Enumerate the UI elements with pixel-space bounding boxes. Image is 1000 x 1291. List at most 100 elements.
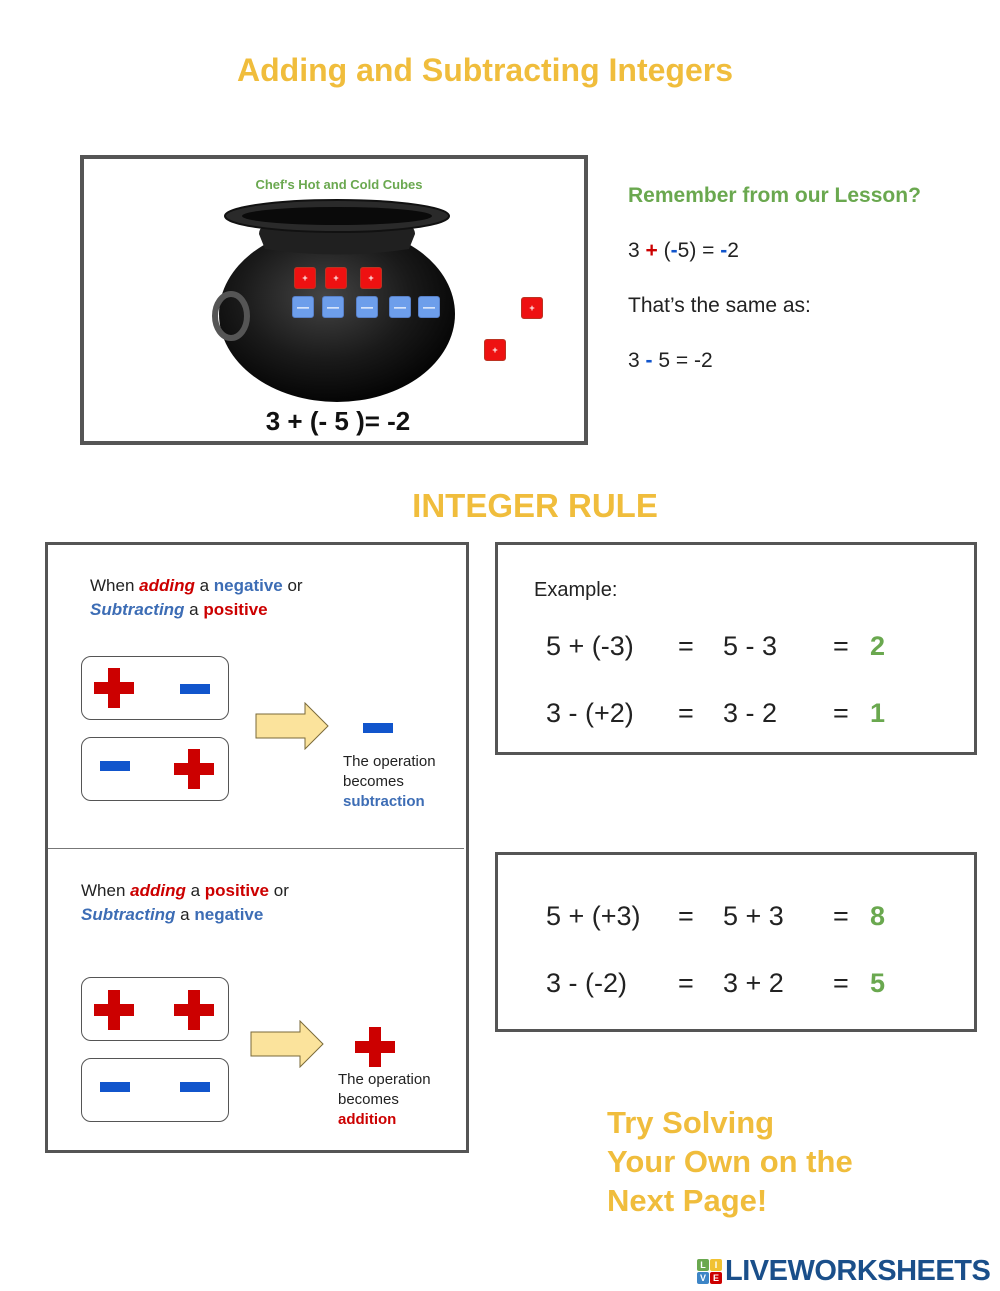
logo-block: I — [710, 1259, 722, 1271]
hot-cube-icon: + — [484, 339, 506, 361]
expression: 3 - (+2) — [546, 698, 634, 728]
keyword-positive: positive — [204, 881, 270, 900]
expression: 5 + (+3) — [546, 901, 641, 931]
logo-block: V — [697, 1272, 709, 1284]
eq1-result: 2 — [727, 239, 739, 262]
rule-add-line-1: When adding a positive or — [81, 879, 289, 903]
eq1-open-paren: ( — [663, 239, 671, 262]
equals-sign: = — [678, 698, 694, 728]
divider — [48, 848, 464, 849]
minus-icon — [180, 1082, 210, 1092]
simplified-expression: 3 - 2 — [723, 698, 778, 728]
cold-cube-icon: — — [292, 296, 314, 318]
result-line: The operation — [338, 1071, 431, 1088]
sign-pair-minus-plus — [81, 737, 229, 801]
cold-cube-icon: — — [389, 296, 411, 318]
equals-sign: = — [833, 698, 849, 728]
text: or — [282, 576, 303, 595]
equals-sign: = — [678, 901, 694, 931]
equals-sign: = — [678, 631, 694, 661]
integer-rule-panel: When adding a negative or Subtracting a … — [45, 542, 469, 1153]
rule-sub-line-2: Subtracting a positive — [90, 598, 303, 622]
right-arrow-icon — [255, 702, 329, 750]
sign-pair-plus-plus — [81, 977, 229, 1041]
addition-result-text: The operation becomes addition — [338, 1070, 431, 1130]
text: a — [175, 905, 195, 924]
try-line: Next Page! — [607, 1183, 768, 1218]
rule-sub-line-1: When adding a negative or — [90, 574, 303, 598]
answer: 8 — [870, 901, 886, 931]
cauldron-caption: Chef's Hot and Cold Cubes — [255, 177, 423, 192]
cold-cube-icon: — — [356, 296, 378, 318]
eq2-minus-sign: - — [645, 349, 653, 372]
eq1-operand-a: 3 — [628, 239, 640, 262]
cauldron-equation: 3 + (- 5 )= -2 — [265, 406, 411, 436]
result-line: The operation — [343, 753, 436, 770]
answer: 1 — [870, 698, 886, 728]
keyword-negative: negative — [194, 905, 264, 924]
same-as-text: That’s the same as: — [628, 294, 811, 317]
text: a — [185, 881, 205, 900]
rule-addition-description: When adding a positive or Subtracting a … — [81, 879, 289, 927]
minus-icon — [100, 761, 130, 771]
plus-icon — [174, 990, 214, 1030]
logo-block: E — [710, 1272, 722, 1284]
reminder-equation-1: 3 + (-5) = -2 — [628, 239, 739, 263]
result-line: becomes — [343, 773, 404, 790]
result-word-addition: addition — [338, 1111, 397, 1128]
eq1-negative-sign: - — [670, 239, 678, 262]
expression: 5 + (-3) — [546, 631, 634, 661]
page-title: Adding and Subtracting Integers — [236, 52, 733, 88]
keyword-adding: adding — [130, 881, 186, 900]
simplified-expression: 3 + 2 — [723, 968, 784, 998]
minus-icon — [180, 684, 210, 694]
eq1-operand-b: 5) = — [677, 239, 721, 262]
keyword-adding: adding — [139, 576, 195, 595]
minus-icon — [100, 1082, 130, 1092]
logo-block: L — [697, 1259, 709, 1271]
eq1-plus-sign: + — [645, 239, 658, 262]
text: a — [194, 576, 214, 595]
plus-icon — [94, 668, 134, 708]
answer: 5 — [870, 968, 886, 998]
try-line: Your Own on the — [607, 1144, 853, 1179]
reminder-equation-2: 3 - 5 = -2 — [628, 349, 713, 373]
result-minus-icon — [363, 723, 393, 733]
equals-sign: = — [833, 968, 849, 998]
sign-pair-plus-minus — [81, 656, 229, 720]
answer: 2 — [870, 631, 886, 661]
example-label: Example: — [534, 579, 618, 601]
simplified-expression: 5 + 3 — [723, 901, 784, 931]
expression: 3 - (-2) — [546, 968, 627, 998]
try-line: Try Solving — [607, 1105, 775, 1140]
reminder-heading: Remember from our Lesson? — [628, 184, 921, 207]
cold-cube-icon: — — [322, 296, 344, 318]
hot-cube-icon: + — [521, 297, 543, 319]
equals-sign: = — [678, 968, 694, 998]
text: When — [90, 576, 140, 595]
example-panel-addition: 5 + (+3) = 5 + 3 = 8 3 - (-2) = 3 + 2 = 5 — [495, 852, 977, 1032]
result-word-subtraction: subtraction — [343, 793, 425, 810]
text: or — [269, 881, 289, 900]
try-solving-prompt: Try Solving Your Own on the Next Page! — [607, 1103, 853, 1220]
hot-cube-icon: + — [325, 267, 347, 289]
result-line: becomes — [338, 1091, 399, 1108]
keyword-subtracting: Subtracting — [81, 905, 176, 924]
integer-rule-heading: INTEGER RULE — [412, 487, 658, 524]
plus-icon — [174, 749, 214, 789]
keyword-positive: positive — [203, 600, 268, 619]
equals-sign: = — [833, 901, 849, 931]
text: When — [81, 881, 131, 900]
simplified-expression: 5 - 3 — [723, 631, 778, 661]
sign-pair-minus-minus — [81, 1058, 229, 1122]
keyword-subtracting: Subtracting — [90, 600, 185, 619]
hot-cube-icon: + — [360, 267, 382, 289]
keyword-negative: negative — [213, 576, 283, 595]
plus-icon — [94, 990, 134, 1030]
hot-cube-icon: + — [294, 267, 316, 289]
result-plus-icon — [355, 1027, 395, 1067]
eq2-operand-a: 3 — [628, 349, 640, 372]
liveworksheets-logo[interactable]: L I V E LIVEWORKSHEETS — [697, 1255, 991, 1288]
rule-subtraction-description: When adding a negative or Subtracting a … — [90, 574, 303, 622]
text: a — [184, 600, 204, 619]
